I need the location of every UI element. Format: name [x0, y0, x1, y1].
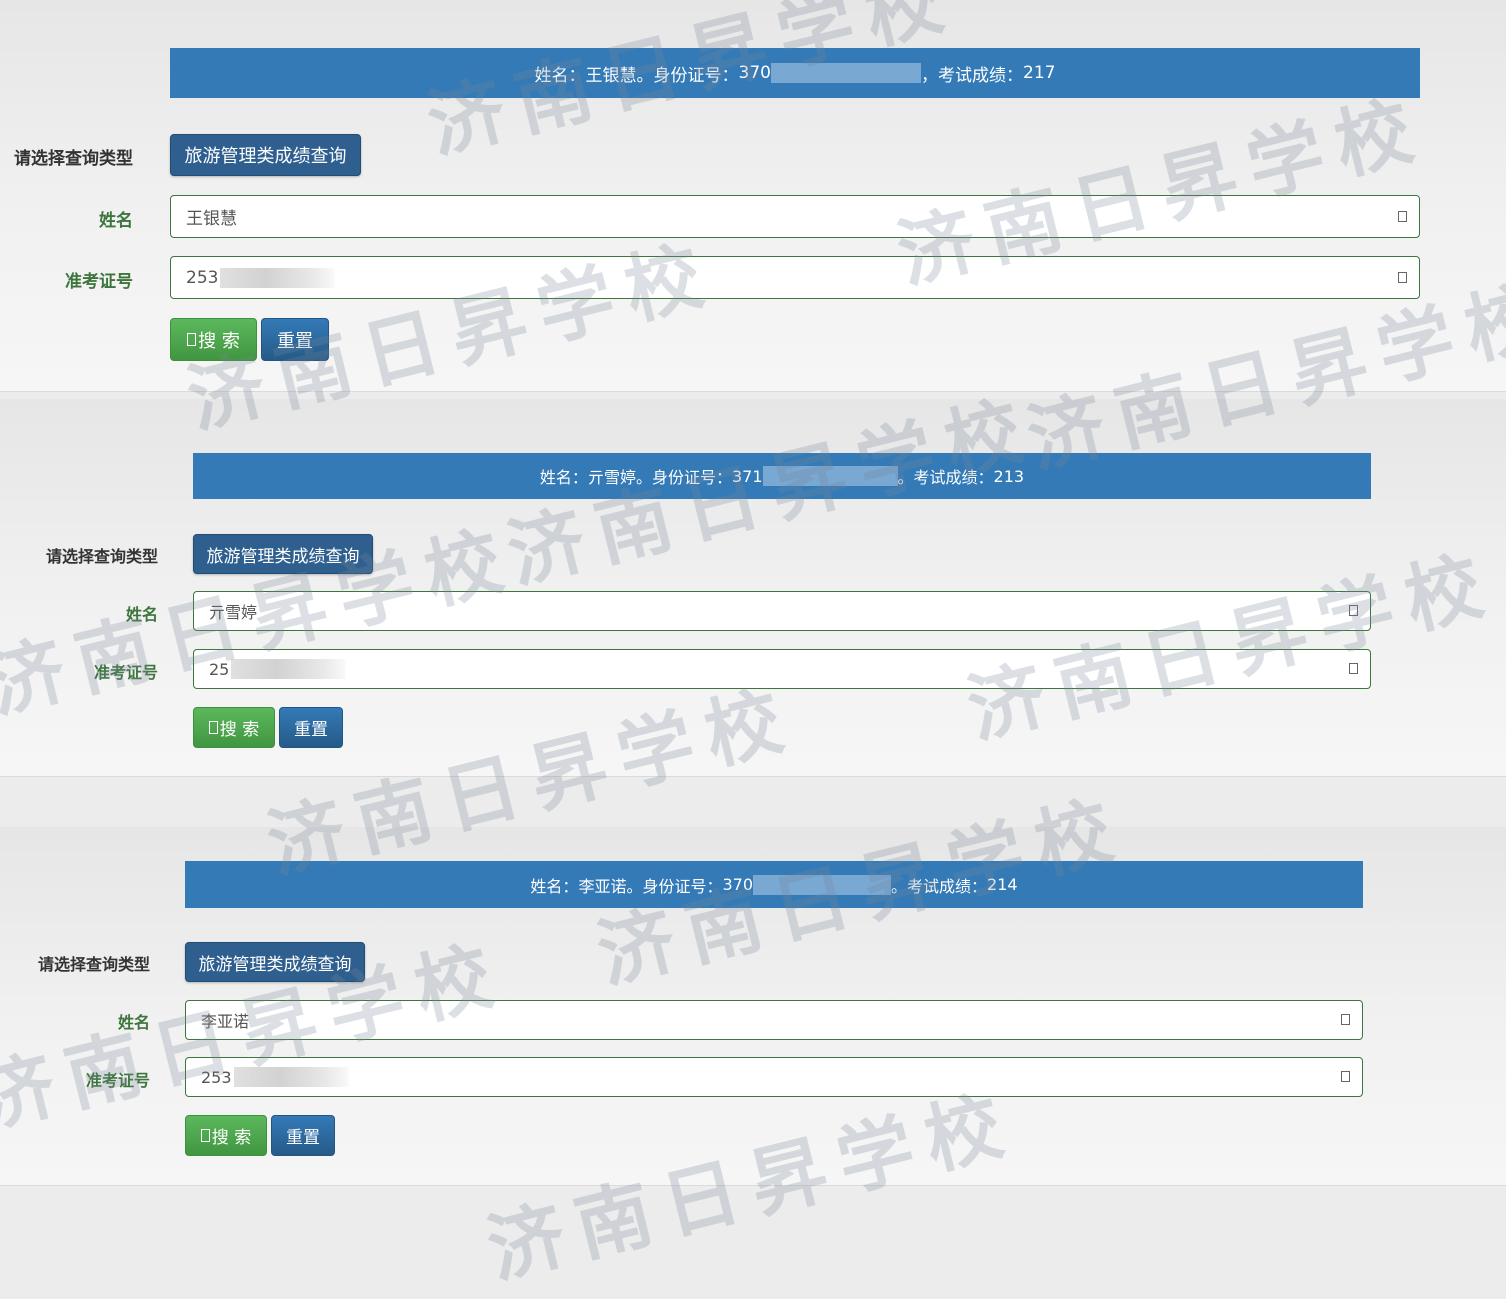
result-banner: 姓名： 亓雪婷 。身份证号： 371 。考试成绩： 213 [193, 453, 1371, 499]
input-status-icon [1341, 1014, 1350, 1025]
redacted-exam-number [231, 659, 347, 679]
redacted-id [771, 63, 921, 83]
redacted-id [762, 466, 898, 486]
redacted-exam-number [233, 1067, 349, 1087]
exam-number-input[interactable]: 253 [170, 256, 1420, 299]
panel-divider [0, 391, 1506, 392]
name-input[interactable]: 王银慧 [170, 195, 1420, 238]
query-type-label: 请选择查询类型 [45, 547, 158, 566]
name-label: 姓名 [125, 605, 158, 624]
redacted-id [753, 874, 892, 895]
input-status-icon [1341, 1071, 1350, 1082]
search-button[interactable]: 搜 索 [193, 707, 275, 748]
exam-number-label: 准考证号 [93, 663, 158, 682]
exam-number-input[interactable]: 25 [193, 649, 1371, 689]
query-type-label: 请选择查询类型 [14, 149, 133, 169]
input-status-icon [1398, 271, 1407, 283]
name-label: 姓名 [117, 1013, 150, 1032]
input-status-icon [1349, 605, 1358, 616]
search-icon [187, 333, 197, 346]
name-label: 姓名 [99, 211, 133, 231]
query-type-button[interactable]: 旅游管理类成绩查询 [185, 942, 365, 982]
exam-number-input[interactable]: 253 [185, 1057, 1363, 1097]
search-icon [200, 1129, 210, 1142]
query-type-button[interactable]: 旅游管理类成绩查询 [193, 534, 373, 574]
result-panel-3: 姓名： 李亚诺 。身份证号： 370 。考试成绩： 214 请选择查询类型 旅游管理类成绩… [0, 827, 1506, 1186]
query-type-label: 请选择查询类型 [37, 955, 150, 974]
result-panel-2: 姓名： 亓雪婷 。身份证号： 371 。考试成绩： 213 请选择查询类型 旅游管理类成绩… [0, 399, 1506, 777]
name-input[interactable]: 李亚诺 [185, 1000, 1363, 1040]
result-banner: 姓名： 李亚诺 。身份证号： 370 。考试成绩： 214 [185, 861, 1363, 908]
input-status-icon [1349, 663, 1358, 674]
input-status-icon [1398, 210, 1407, 222]
result-banner: 姓名： 王银慧 。身份证号： 370 ，考试成绩： 217 [170, 48, 1420, 98]
name-input[interactable]: 亓雪婷 [193, 591, 1371, 631]
query-type-button[interactable]: 旅游管理类成绩查询 [170, 134, 361, 176]
search-button[interactable]: 搜 索 [170, 318, 257, 361]
exam-number-label: 准考证号 [85, 1071, 150, 1090]
search-button[interactable]: 搜 索 [185, 1115, 267, 1156]
panel-divider [0, 776, 1506, 777]
result-panel-1: 姓名： 王银慧 。身份证号： 370 ，考试成绩： 217 请选择查询类型 旅游管理类成绩… [0, 0, 1506, 392]
reset-button[interactable]: 重置 [279, 707, 343, 748]
reset-button[interactable]: 重置 [271, 1115, 335, 1156]
reset-button[interactable]: 重置 [261, 318, 329, 361]
exam-number-label: 准考证号 [65, 272, 133, 292]
redacted-exam-number [220, 267, 336, 288]
panel-divider [0, 1185, 1506, 1186]
search-icon [208, 721, 218, 734]
